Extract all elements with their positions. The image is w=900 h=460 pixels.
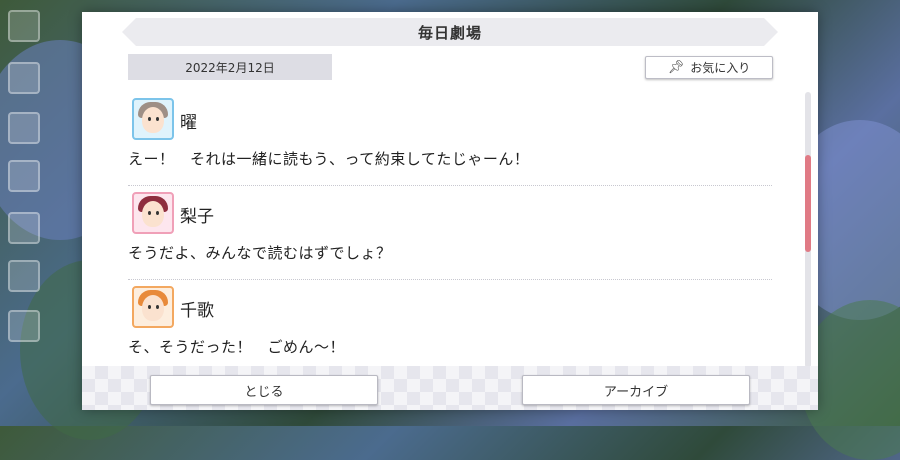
- dialogue-entry: 梨子 そうだよ、みんなで読むはずでしょ？: [128, 186, 772, 280]
- right-side-panel: [818, 0, 900, 426]
- dialogue-entry: 千歌 そ、そうだった！ ごめん～！: [128, 280, 772, 372]
- avatar-you: [132, 98, 174, 140]
- left-side-menu: [0, 0, 82, 426]
- archive-button[interactable]: アーカイブ: [522, 375, 750, 405]
- dialog-footer: とじる アーカイブ: [82, 366, 818, 410]
- speaker-name: 曜: [180, 113, 197, 133]
- scrollbar-thumb[interactable]: [805, 155, 811, 252]
- present-icon[interactable]: [8, 112, 40, 144]
- gift-box-icon[interactable]: [8, 160, 40, 192]
- menu-icon[interactable]: [8, 10, 40, 42]
- dialogue-entry: 曜 えー！ それは一緒に読もう、って約束してたじゃーん！: [128, 92, 772, 186]
- avatar-riko: [132, 192, 174, 234]
- dialog-title: 毎日劇場: [417, 23, 482, 42]
- close-button[interactable]: とじる: [150, 375, 378, 405]
- dialogue-text: そうだよ、みんなで読むはずでしょ？: [128, 244, 392, 262]
- dialogue-list[interactable]: 曜 えー！ それは一緒に読もう、って約束してたじゃーん！ 梨子 そうだよ、みんな…: [128, 92, 772, 372]
- camera-icon[interactable]: [8, 260, 40, 292]
- title-bar: 毎日劇場: [122, 18, 778, 46]
- speaker-name: 梨子: [180, 207, 214, 227]
- speaker-name: 千歌: [180, 301, 214, 321]
- scrollbar[interactable]: [805, 92, 811, 368]
- favorite-button[interactable]: 📌︎ お気に入り: [645, 56, 773, 79]
- favorite-button-label: お気に入り: [690, 61, 751, 75]
- dialogue-text: えー！ それは一緒に読もう、って約束してたじゃーん！: [128, 150, 530, 168]
- daily-theater-dialog: 毎日劇場 2022年2月12日 📌︎ お気に入り 曜 えー！ それは一緒に読もう…: [82, 12, 818, 410]
- dialogue-text: そ、そうだった！ ごめん～！: [128, 338, 346, 356]
- avatar-chika: [132, 286, 174, 328]
- pin-icon: 📌︎: [667, 60, 685, 75]
- expand-icon[interactable]: [8, 310, 40, 342]
- date-label: 2022年2月12日: [128, 54, 332, 80]
- screen-icon[interactable]: [8, 212, 40, 244]
- chat-icon[interactable]: [8, 62, 40, 94]
